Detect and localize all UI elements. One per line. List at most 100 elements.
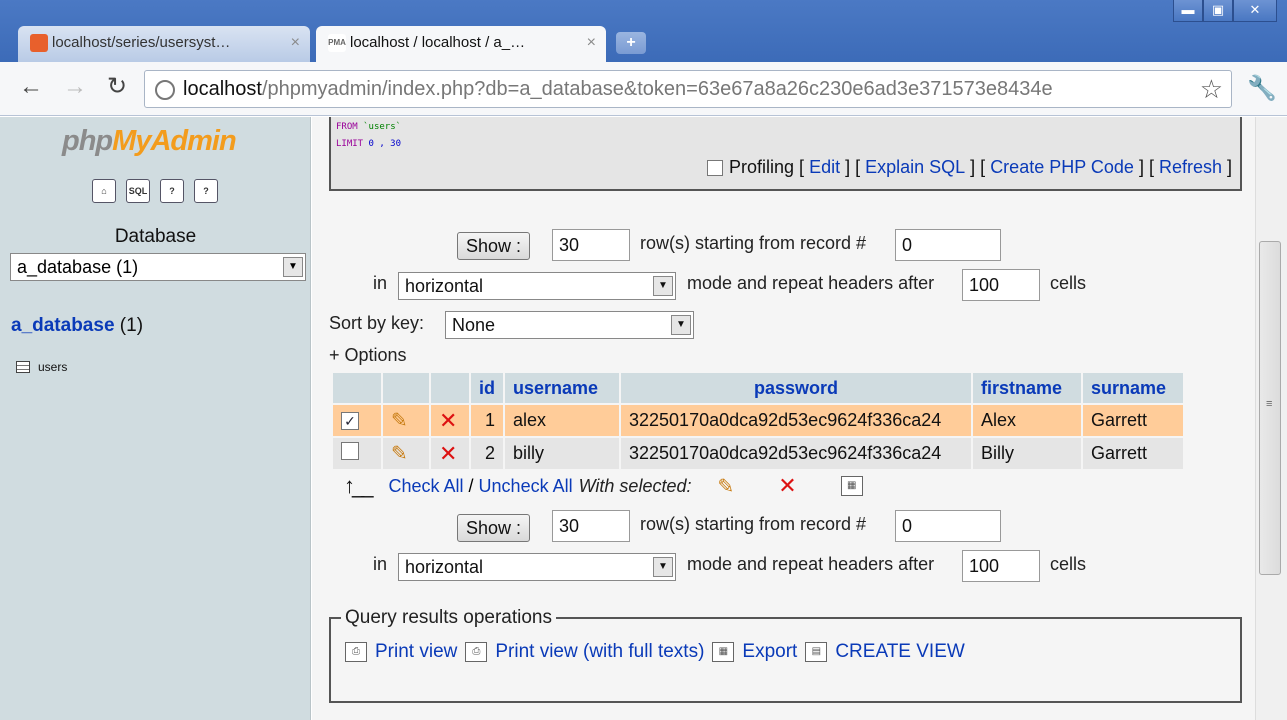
- sort-by-key-select[interactable]: None ▼: [445, 311, 694, 339]
- maximize-button[interactable]: ▣: [1203, 0, 1233, 22]
- main-content-frame: FROM `users` LIMIT 0 , 30 Profiling [ Ed…: [312, 117, 1255, 720]
- cell-id: 1: [471, 405, 503, 436]
- cell-surname: Garrett: [1083, 438, 1183, 469]
- profiling-label: Profiling: [729, 157, 795, 177]
- display-mode-select-bottom[interactable]: horizontal ▼: [398, 553, 676, 581]
- scrollbar-thumb[interactable]: ≡: [1259, 241, 1281, 575]
- close-tab-icon[interactable]: ×: [291, 26, 300, 60]
- arrow-up-left-icon: ↑__: [344, 473, 374, 498]
- home-icon[interactable]: ⌂: [92, 179, 116, 203]
- wrench-menu-icon[interactable]: 🔧: [1247, 74, 1277, 103]
- window-controls: ▬ ▣ ✕: [1173, 0, 1277, 22]
- browser-toolbar: ← → ↻ localhost/phpmyadmin/index.php?db=…: [0, 62, 1287, 116]
- query-results-operations: Query results operations ⎙ Print view ⎙ …: [329, 607, 1242, 703]
- print-view-link[interactable]: Print view: [375, 641, 457, 663]
- cell-password: 32250170a0dca92d53ec9624f336ca24: [621, 438, 971, 469]
- phpmyadmin-logo[interactable]: phpMyAdmin: [62, 125, 237, 158]
- cells-text: cells: [1050, 554, 1087, 574]
- refresh-link[interactable]: Refresh: [1159, 157, 1222, 178]
- url-text: localhost/phpmyadmin/index.php?db=a_data…: [183, 78, 1053, 100]
- cell-firstname: Billy: [973, 438, 1081, 469]
- left-navigation-frame: phpMyAdmin ⌂ SQL ? ? Database a_database…: [0, 117, 311, 720]
- pma-favicon-icon: PMA: [328, 34, 346, 52]
- create-view-link[interactable]: CREATE VIEW: [835, 641, 965, 663]
- bookmark-star-icon[interactable]: ☆: [1200, 74, 1223, 104]
- chevron-down-icon: ▼: [671, 315, 691, 335]
- cell-firstname: Alex: [973, 405, 1081, 436]
- browser-tab-bar: localhost/series/usersyst… × PMA localho…: [0, 0, 1287, 62]
- start-record-input[interactable]: 0: [895, 229, 1001, 261]
- close-tab-icon[interactable]: ×: [587, 26, 596, 60]
- column-header-firstname[interactable]: firstname: [973, 373, 1081, 403]
- sort-by-key-label: Sort by key:: [329, 313, 425, 333]
- repeat-headers-input-bottom[interactable]: 100: [962, 550, 1040, 582]
- reload-icon[interactable]: ↻: [102, 72, 132, 102]
- database-label: Database: [114, 226, 197, 247]
- table-row[interactable]: ✎ ✕ 2 billy 32250170a0dca92d53ec9624f336…: [333, 438, 1183, 469]
- operations-legend: Query results operations: [341, 607, 556, 629]
- docs-icon[interactable]: ?: [194, 179, 218, 203]
- delete-icon[interactable]: ✕: [439, 408, 457, 433]
- create-view-icon: ▤: [805, 642, 828, 662]
- repeat-headers-input[interactable]: 100: [962, 269, 1040, 301]
- browser-tab-usersystem[interactable]: localhost/series/usersyst… ×: [18, 26, 310, 62]
- explain-sql-link[interactable]: Explain SQL: [865, 157, 965, 178]
- options-link[interactable]: + Options: [329, 345, 407, 366]
- export-selected-icon[interactable]: ▦: [840, 476, 863, 496]
- back-icon[interactable]: ←: [16, 72, 46, 102]
- profiling-checkbox[interactable]: [707, 159, 724, 176]
- in-label: in: [373, 554, 388, 574]
- cell-password: 32250170a0dca92d53ec9624f336ca24: [621, 405, 971, 436]
- sql-query-box: FROM `users` LIMIT 0 , 30 Profiling [ Ed…: [329, 117, 1242, 191]
- rows-count-input[interactable]: 30: [552, 229, 630, 261]
- chevron-down-icon: ▼: [653, 276, 673, 296]
- address-bar[interactable]: localhost/phpmyadmin/index.php?db=a_data…: [144, 70, 1232, 108]
- sidebar-table-users[interactable]: users: [16, 360, 67, 374]
- cell-surname: Garrett: [1083, 405, 1183, 436]
- row-checkbox[interactable]: ✓: [341, 412, 359, 430]
- browser-tab-phpmyadmin[interactable]: PMA localhost / localhost / a_… ×: [316, 26, 606, 62]
- create-php-code-link[interactable]: Create PHP Code: [990, 157, 1134, 178]
- start-record-input-bottom[interactable]: 0: [895, 510, 1001, 542]
- show-button[interactable]: Show :: [457, 232, 531, 260]
- edit-pencil-icon[interactable]: ✎: [391, 410, 408, 432]
- header-edit-col: [383, 373, 429, 403]
- database-link[interactable]: a_database (1): [11, 315, 143, 337]
- sql-icon[interactable]: SQL: [126, 179, 150, 203]
- table-row[interactable]: ✓ ✎ ✕ 1 alex 32250170a0dca92d53ec9624f33…: [333, 405, 1183, 436]
- query-icon[interactable]: ?: [160, 179, 184, 203]
- header-checkbox-col: [333, 373, 381, 403]
- operations-links: ⎙ Print view ⎙ Print view (with full tex…: [345, 641, 965, 663]
- forward-icon[interactable]: →: [60, 72, 90, 102]
- results-table: id username password firstname surname ✓…: [331, 371, 1185, 471]
- print-view-full-link[interactable]: Print view (with full texts): [495, 641, 704, 663]
- column-header-password[interactable]: password: [621, 373, 971, 403]
- display-mode-select[interactable]: horizontal ▼: [398, 272, 676, 300]
- close-window-button[interactable]: ✕: [1233, 0, 1277, 22]
- rows-count-input-bottom[interactable]: 30: [552, 510, 630, 542]
- database-select[interactable]: a_database (1) ▼: [10, 253, 306, 281]
- edit-selected-icon[interactable]: ✎: [717, 474, 734, 499]
- show-button-bottom[interactable]: Show :: [457, 514, 531, 542]
- globe-icon: [155, 80, 175, 100]
- export-link[interactable]: Export: [742, 641, 797, 663]
- header-delete-col: [431, 373, 469, 403]
- row-checkbox[interactable]: [341, 442, 359, 460]
- column-header-id[interactable]: id: [471, 373, 503, 403]
- tab-title: localhost / localhost / a_…: [350, 34, 526, 51]
- uncheck-all-link[interactable]: Uncheck All: [479, 476, 573, 497]
- new-tab-button[interactable]: +: [616, 32, 646, 54]
- column-header-surname[interactable]: surname: [1083, 373, 1183, 403]
- cells-text: cells: [1050, 273, 1087, 293]
- delete-selected-icon[interactable]: ✕: [778, 473, 796, 499]
- minimize-button[interactable]: ▬: [1173, 0, 1203, 22]
- vertical-scrollbar[interactable]: ≡: [1255, 117, 1287, 720]
- edit-sql-link[interactable]: Edit: [809, 157, 840, 178]
- delete-icon[interactable]: ✕: [439, 441, 457, 466]
- chevron-down-icon: ▼: [653, 557, 673, 577]
- print-icon: ⎙: [345, 642, 367, 662]
- in-label: in: [373, 273, 388, 293]
- column-header-username[interactable]: username: [505, 373, 619, 403]
- check-all-link[interactable]: Check All: [388, 476, 463, 497]
- edit-pencil-icon[interactable]: ✎: [391, 443, 408, 465]
